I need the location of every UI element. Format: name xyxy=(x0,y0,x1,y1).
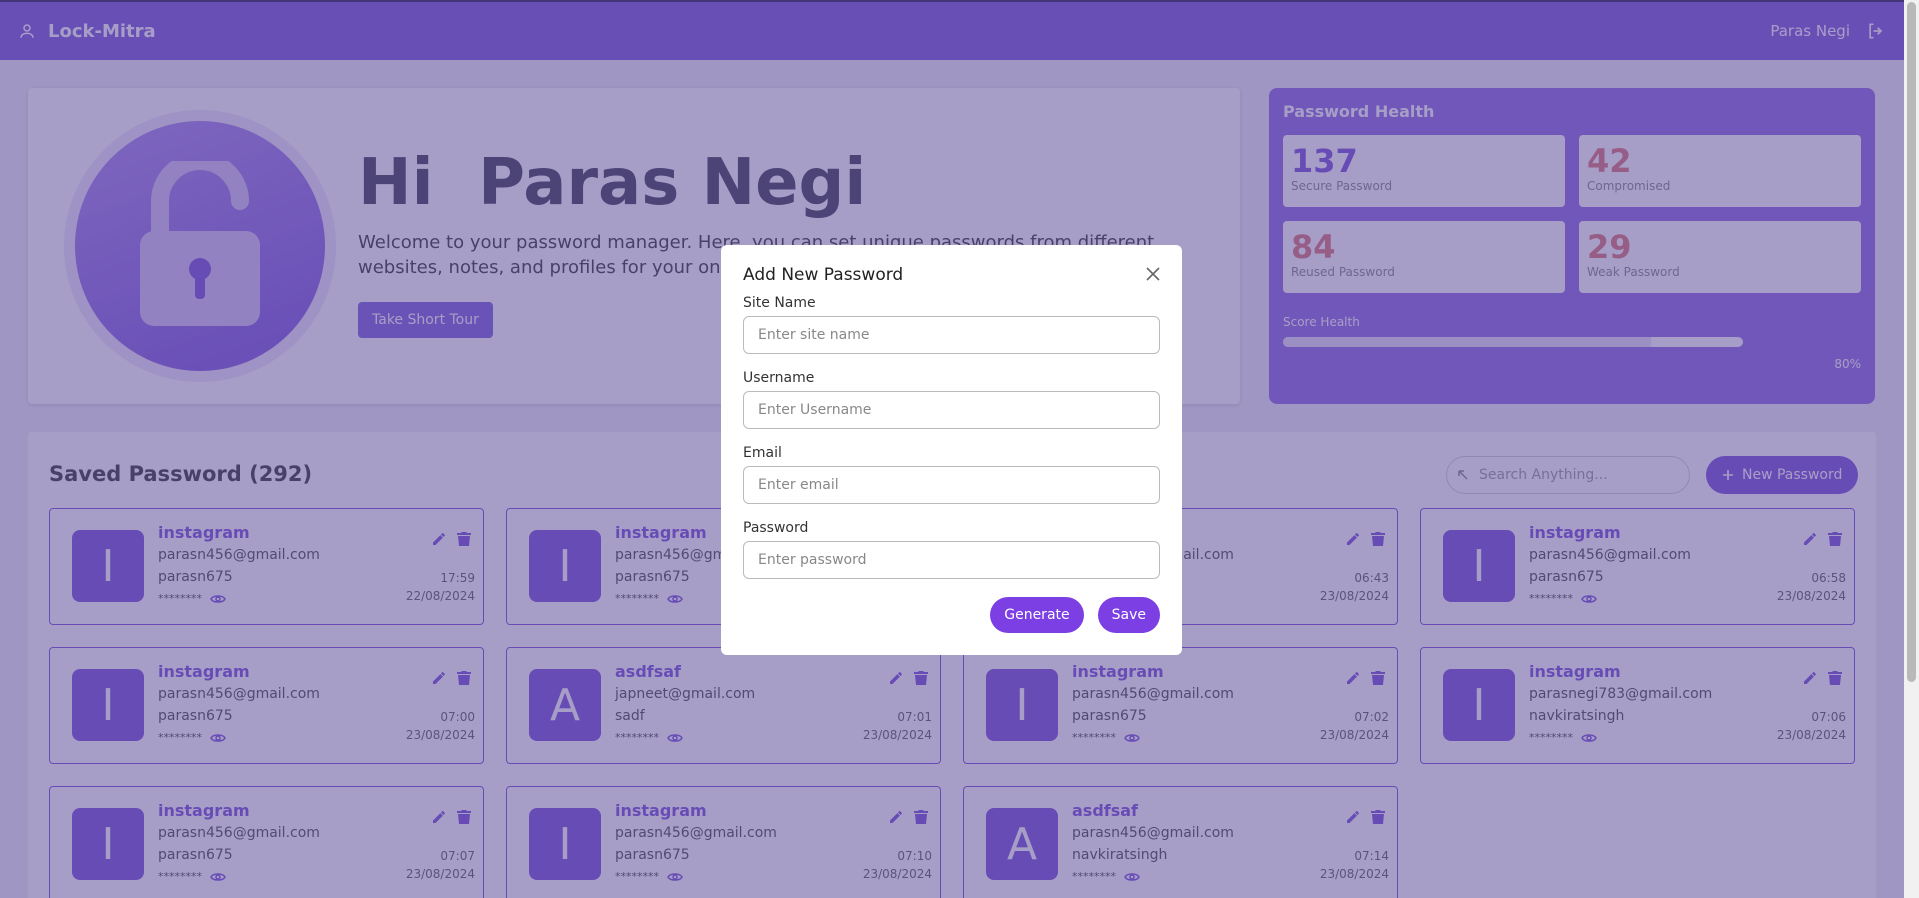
username-field: Username xyxy=(743,370,1160,429)
add-password-modal: Add New Password Site Name Username Emai… xyxy=(721,245,1182,655)
save-button[interactable]: Save xyxy=(1097,597,1160,633)
password-field: Password xyxy=(743,520,1160,579)
field-label: Username xyxy=(743,370,815,386)
email-input[interactable] xyxy=(743,466,1160,504)
modal-title: Add New Password xyxy=(743,265,904,285)
field-label: Email xyxy=(743,445,782,461)
password-input[interactable] xyxy=(743,541,1160,579)
generate-button[interactable]: Generate xyxy=(990,597,1084,633)
field-label: Password xyxy=(743,520,809,536)
username-input[interactable] xyxy=(743,391,1160,429)
field-label: Site Name xyxy=(743,295,816,311)
site-name-input[interactable] xyxy=(743,316,1160,354)
scrollbar[interactable] xyxy=(1904,0,1919,898)
close-icon[interactable] xyxy=(1146,267,1160,281)
site-name-field: Site Name xyxy=(743,295,1160,354)
email-field: Email xyxy=(743,445,1160,504)
scrollbar-thumb[interactable] xyxy=(1907,2,1916,682)
